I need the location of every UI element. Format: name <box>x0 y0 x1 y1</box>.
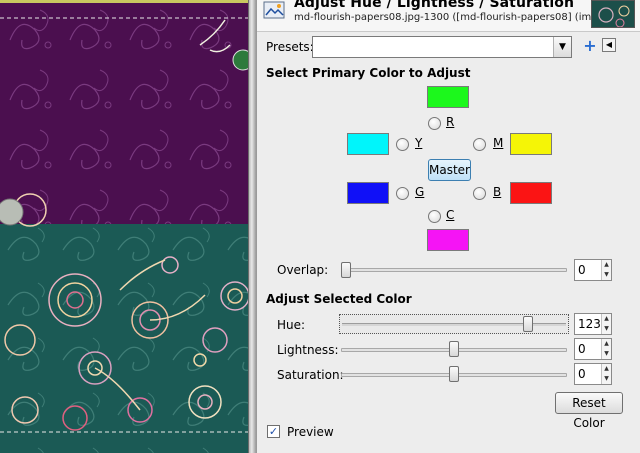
dropdown-arrow-icon[interactable]: ▼ <box>553 37 571 57</box>
radio-y-label: Y <box>415 136 423 150</box>
lightness-spinbox[interactable]: 0 ▲ ▼ <box>574 338 612 360</box>
radio-b-label: B <box>493 185 502 199</box>
radio-r-label: R <box>446 115 455 129</box>
hue-label: Hue: <box>277 318 306 332</box>
radio-g[interactable] <box>396 187 409 200</box>
adjust-color-section-title: Adjust Selected Color <box>266 292 412 306</box>
canvas-artwork <box>0 0 248 453</box>
presets-combo[interactable]: ▼ <box>312 36 572 58</box>
swatch-red-channel <box>427 86 469 108</box>
presets-menu-icon[interactable]: ◀ <box>602 38 616 52</box>
overlap-label: Overlap: <box>277 263 329 277</box>
hue-saturation-dialog: Adjust Hue / Lightness / Saturation md-f… <box>256 0 640 453</box>
radio-m[interactable] <box>473 138 486 151</box>
dialog-title: Adjust Hue / Lightness / Saturation <box>294 0 575 11</box>
canvas-scrollbar[interactable] <box>248 0 256 453</box>
spin-arrows-icon[interactable]: ▲ ▼ <box>601 364 611 384</box>
spin-arrows-icon[interactable]: ▲ ▼ <box>601 260 611 280</box>
dialog-header: Adjust Hue / Lightness / Saturation md-f… <box>257 0 640 32</box>
radio-c[interactable] <box>428 210 441 223</box>
overlap-spinbox[interactable]: 0 ▲ ▼ <box>574 259 612 281</box>
swatch-yellow-channel <box>347 133 389 155</box>
lightness-label: Lightness: <box>277 343 339 357</box>
radio-b[interactable] <box>473 187 486 200</box>
lightness-slider-handle[interactable] <box>449 341 459 357</box>
add-preset-icon[interactable]: + <box>583 38 597 54</box>
image-canvas[interactable] <box>0 0 248 453</box>
master-button[interactable]: Master <box>428 159 471 181</box>
primary-color-section-title: Select Primary Color to Adjust <box>266 66 471 80</box>
screen: Adjust Hue / Lightness / Saturation md-f… <box>0 0 640 453</box>
hue-slider-handle[interactable] <box>522 316 533 332</box>
radio-c-label: C <box>446 208 455 222</box>
hue-value: 123 <box>578 317 601 331</box>
radio-g-label: G <box>415 185 425 199</box>
swatch-green-channel <box>347 182 389 204</box>
swatch-cyan-channel <box>427 229 469 251</box>
hue-spinbox[interactable]: 123 ▲ ▼ <box>574 313 612 335</box>
lightness-value: 0 <box>578 342 586 356</box>
hue-slider-track[interactable] <box>339 314 569 334</box>
spin-arrows-icon[interactable]: ▲ ▼ <box>601 339 611 359</box>
hue-saturation-icon <box>263 0 287 22</box>
overlap-value: 0 <box>578 263 586 277</box>
preview-checkbox[interactable]: ✓ <box>267 425 280 438</box>
reset-color-button[interactable]: Reset Color <box>555 392 623 430</box>
saturation-label: Saturation: <box>277 368 344 382</box>
saturation-spinbox[interactable]: 0 ▲ ▼ <box>574 363 612 385</box>
spin-arrows-icon[interactable]: ▲ ▼ <box>601 314 611 334</box>
swatch-blue-channel <box>510 182 552 204</box>
radio-m-label: M <box>493 136 504 150</box>
saturation-value: 0 <box>578 367 586 381</box>
radio-r[interactable] <box>428 117 441 130</box>
overlap-slider-handle[interactable] <box>341 262 351 278</box>
overlap-slider-track[interactable] <box>341 268 567 272</box>
swatch-magenta-channel <box>510 133 552 155</box>
presets-label: Presets: <box>266 40 314 54</box>
checkbox-check-icon: ✓ <box>268 425 279 438</box>
image-thumbnail <box>591 0 635 28</box>
saturation-slider-handle[interactable] <box>449 366 459 382</box>
radio-y[interactable] <box>396 138 409 151</box>
dialog-subtitle: md-flourish-papers08.jpg-1300 ([md-flour… <box>294 12 598 23</box>
preview-label: Preview <box>287 425 334 439</box>
